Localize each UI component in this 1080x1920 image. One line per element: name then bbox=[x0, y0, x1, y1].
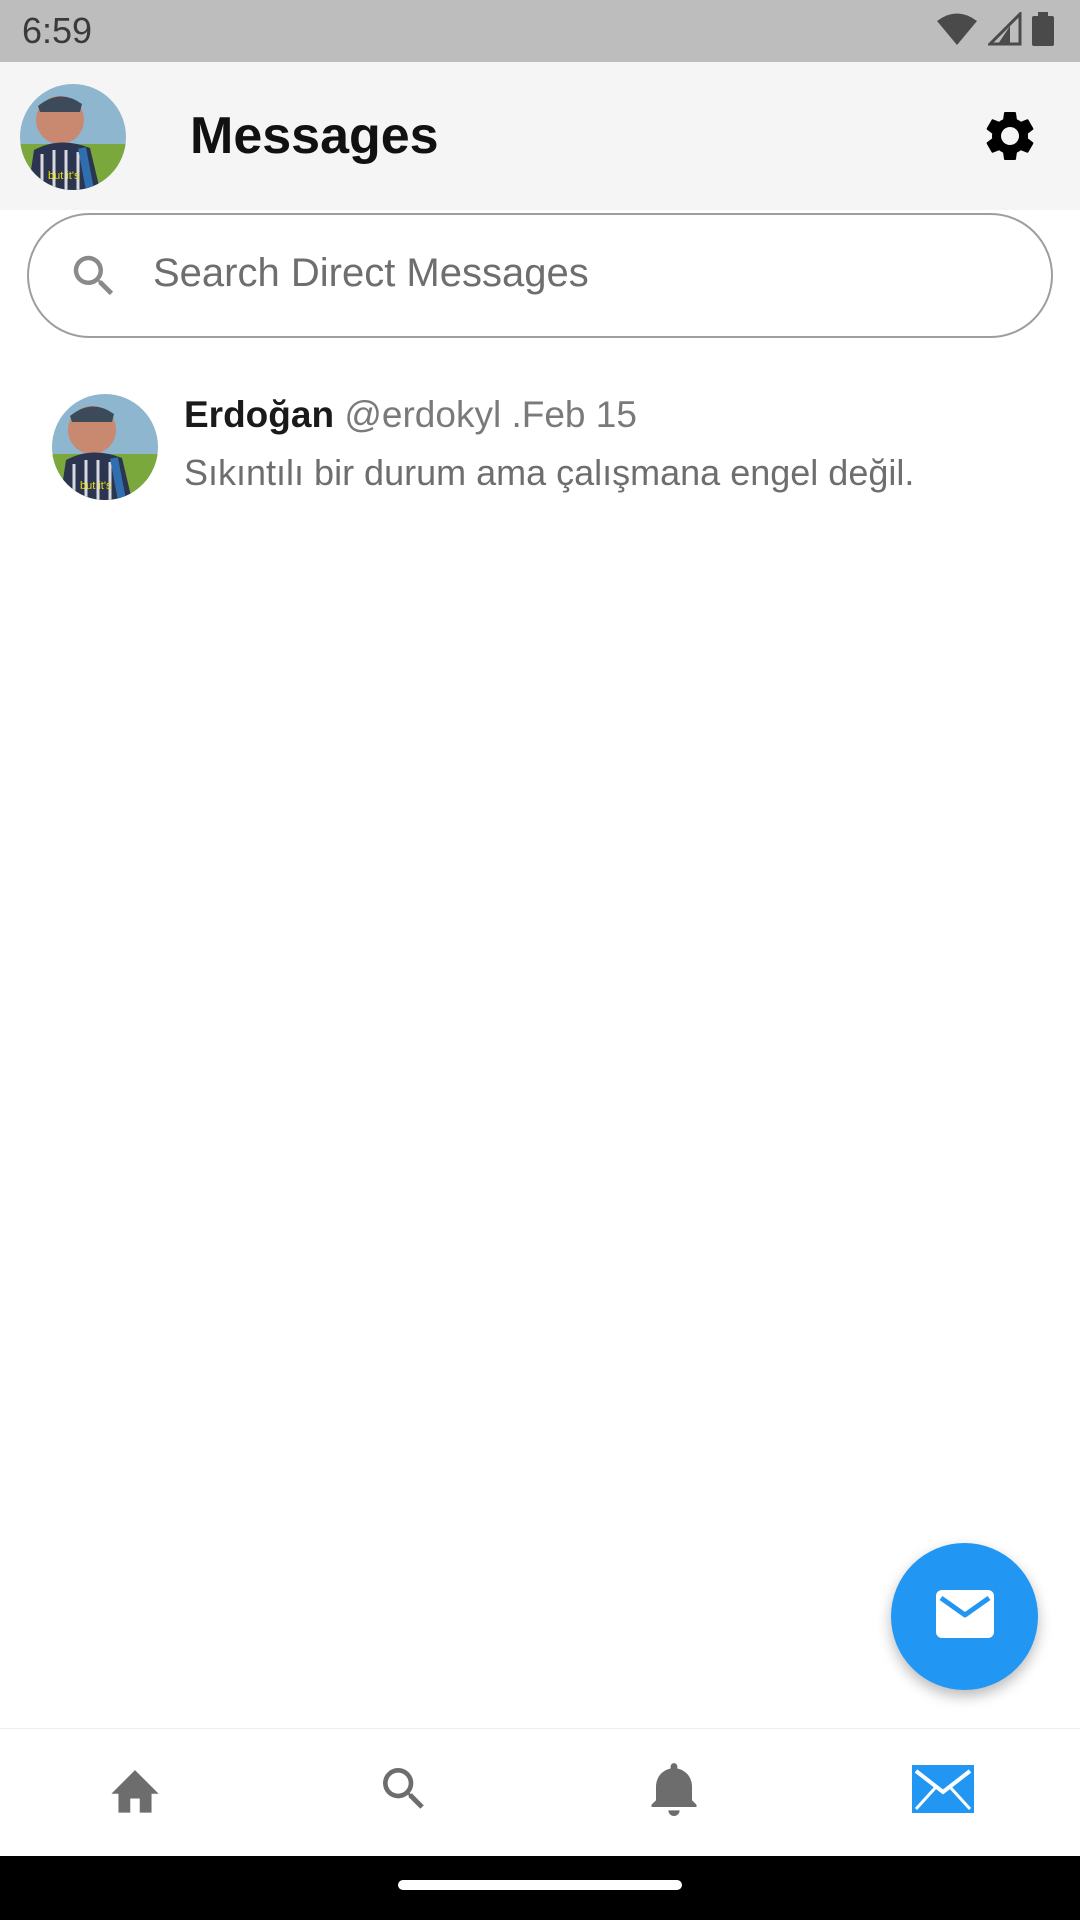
status-icons bbox=[936, 10, 1054, 51]
nav-search[interactable] bbox=[372, 1759, 436, 1823]
search-icon bbox=[67, 249, 121, 303]
bell-icon bbox=[647, 1759, 701, 1824]
wifi-icon bbox=[936, 12, 978, 51]
avatar-caption: but it's bbox=[80, 480, 112, 492]
home-gesture-handle[interactable] bbox=[398, 1880, 682, 1890]
mail-icon bbox=[912, 1764, 974, 1818]
search-input[interactable]: Search Direct Messages bbox=[27, 213, 1053, 338]
app-bar: but it's Messages bbox=[0, 62, 1080, 210]
status-bar: 6:59 bbox=[0, 0, 1080, 62]
nav-notifications[interactable] bbox=[642, 1759, 706, 1823]
conversation-avatar[interactable]: but it's bbox=[52, 394, 158, 500]
mail-icon bbox=[935, 1590, 994, 1643]
page-title: Messages bbox=[190, 107, 439, 165]
conversation-preview: Sıkıntılı bir durum ama çalışmana engel … bbox=[184, 452, 915, 493]
search-icon bbox=[376, 1761, 432, 1822]
bottom-navigation bbox=[0, 1728, 1080, 1856]
conversation-date: .Feb 15 bbox=[511, 394, 637, 435]
profile-avatar[interactable]: but it's bbox=[20, 84, 126, 190]
settings-button[interactable] bbox=[980, 106, 1040, 166]
system-gesture-bar bbox=[0, 1856, 1080, 1920]
battery-icon bbox=[1032, 12, 1054, 51]
home-icon bbox=[106, 1763, 164, 1820]
conversation-name: Erdoğan bbox=[184, 394, 335, 435]
conversation-header: Erdoğan @erdokyl .Feb 15 bbox=[184, 394, 637, 436]
conversation-item[interactable]: but it's Erdoğan @erdokyl .Feb 15 Sıkınt… bbox=[0, 370, 1080, 510]
new-message-button[interactable] bbox=[891, 1543, 1038, 1690]
search-placeholder: Search Direct Messages bbox=[153, 251, 589, 295]
status-time: 6:59 bbox=[22, 10, 93, 51]
nav-home[interactable] bbox=[103, 1759, 167, 1823]
conversation-handle: @erdokyl bbox=[344, 394, 502, 435]
nav-messages[interactable] bbox=[911, 1759, 975, 1823]
gear-icon bbox=[980, 111, 1040, 170]
avatar-caption: but it's bbox=[48, 170, 80, 182]
cellular-signal-icon bbox=[986, 10, 1022, 51]
